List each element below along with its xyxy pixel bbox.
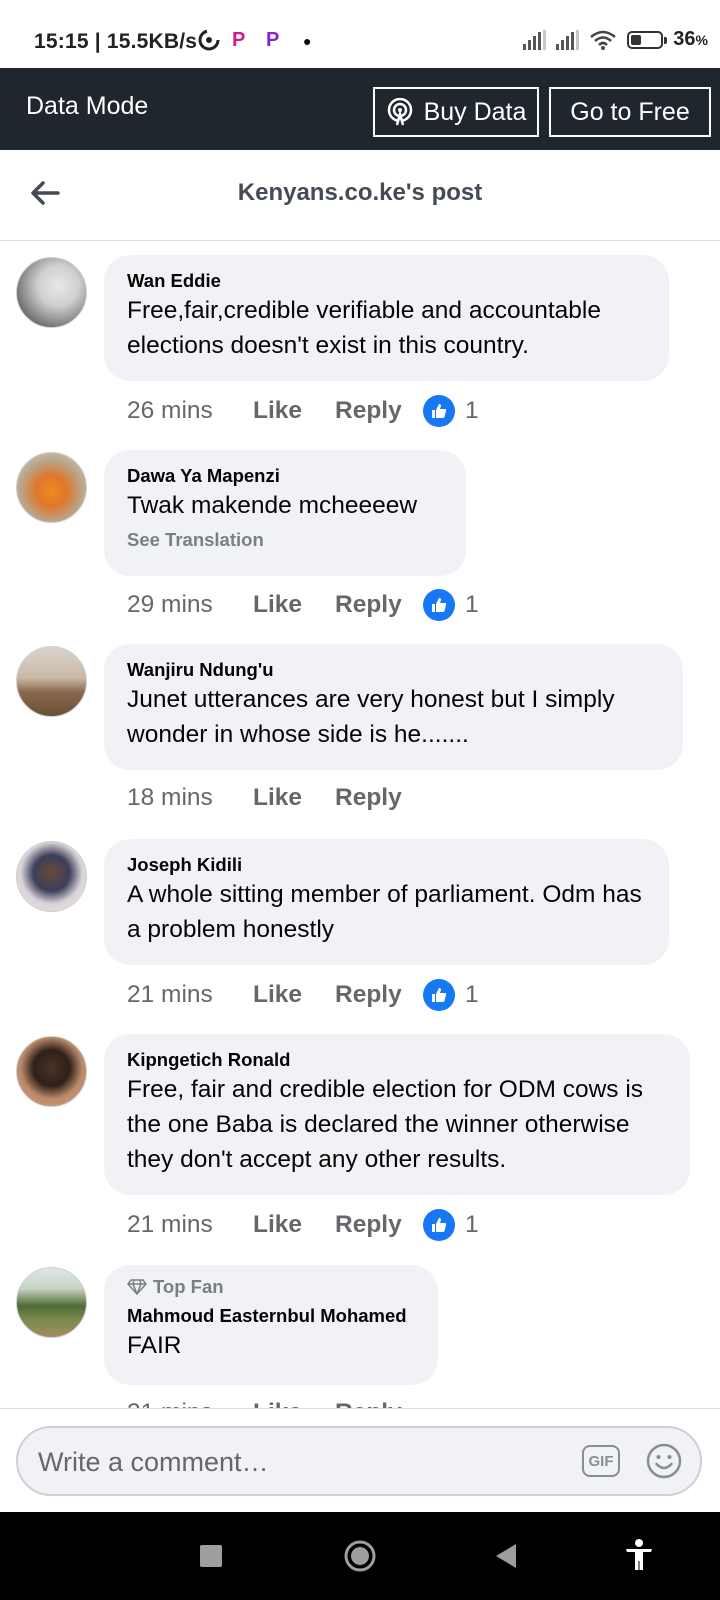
reaction-number: 1 [465,1211,479,1238]
comment-bubble[interactable]: Wan Eddie Free,fair,credible verifiable … [104,255,669,381]
system-nav-bar [0,1512,720,1600]
data-mode-bar: Data Mode Buy Data Go to Free [0,68,720,150]
comment-time[interactable]: 18 mins [127,784,253,812]
comment-author[interactable]: Kipngetich Ronald [127,1048,668,1072]
reply-button[interactable]: Reply [335,981,423,1009]
comment-text: Twak makende mcheeeew [127,492,418,519]
avatar[interactable] [16,1036,87,1107]
reaction-count[interactable]: 1 [423,395,479,427]
comment-bubble[interactable]: Kipngetich Ronald Free, fair and credibl… [104,1034,690,1195]
status-right: 36% [523,28,708,51]
comment-bubble[interactable]: Dawa Ya Mapenzi Twak makende mcheeeew Se… [104,450,466,576]
like-button[interactable]: Like [253,784,335,812]
reaction-count[interactable]: 1 [423,589,479,621]
thumbs-up-icon [423,589,455,621]
thumbs-up-icon [423,1209,455,1241]
signal-icon [556,29,580,50]
reaction-count[interactable]: 1 [423,979,479,1011]
comment-author[interactable]: Mahmoud Easternbul Mohamed [127,1304,416,1328]
comment-placeholder: Write a comment… [38,1447,269,1477]
comment-actions: 21 mins Like Reply 1 [127,979,479,1011]
avatar[interactable] [16,646,87,717]
like-button[interactable]: Like [253,397,335,425]
broadcast-icon [387,98,412,126]
comment-bubble[interactable]: Wanjiru Ndung'u Junet utterances are ver… [104,644,683,770]
comment-author[interactable]: Wanjiru Ndung'u [127,658,661,682]
reply-button[interactable]: Reply [335,784,423,812]
buy-data-label: Buy Data [423,97,527,126]
comment-bubble[interactable]: Top Fan Mahmoud Easternbul Mohamed FAIR [104,1265,438,1385]
buy-data-button[interactable]: Buy Data [373,87,539,137]
go-to-free-button[interactable]: Go to Free [549,87,711,137]
reaction-count[interactable]: 1 [423,1209,479,1241]
comment-actions: 21 mins Like Reply 1 [127,1209,479,1241]
top-fan-label: Top Fan [153,1276,224,1297]
comment-text: Junet utterances are very honest but I s… [127,686,615,748]
comment-time[interactable]: 26 mins [127,397,253,425]
comment-time[interactable]: 29 mins [127,591,253,619]
comment-author[interactable]: Wan Eddie [127,269,647,293]
page-title: Kenyans.co.ke's post [237,179,483,206]
comment-text: Free, fair and credible election for ODM… [127,1076,644,1173]
smiley-icon[interactable] [646,1443,682,1479]
comment-text: FAIR [127,1332,182,1359]
reply-button[interactable]: Reply [335,1211,423,1239]
thumbs-up-icon [423,395,455,427]
app-p-icon: P [266,29,280,51]
comment-input[interactable]: Write a comment… GIF [16,1426,702,1496]
signal-icon [523,29,547,50]
recent-apps-icon[interactable] [200,1545,222,1567]
comment-actions: 29 mins Like Reply 1 [127,589,479,621]
avatar[interactable] [16,841,87,912]
comment-actions: 18 mins Like Reply [127,784,423,812]
like-button[interactable]: Like [253,981,335,1009]
comment-text: Free,fair,credible verifiable and accoun… [127,297,601,359]
reply-button[interactable]: Reply [335,397,423,425]
reaction-number: 1 [465,981,479,1008]
reaction-number: 1 [465,591,479,618]
thumbs-up-icon [423,979,455,1011]
accessibility-icon[interactable] [624,1538,654,1572]
back-triangle-icon[interactable] [494,1542,518,1570]
post-header: Kenyans.co.ke's post [0,150,720,241]
data-mode-label: Data Mode [26,92,149,120]
reaction-number: 1 [465,397,479,424]
comment-text: A whole sitting member of parliament. Od… [127,881,642,943]
like-button[interactable]: Like [253,1211,335,1239]
comment-composer: Write a comment… GIF [0,1408,720,1513]
top-fan-badge: Top Fan [127,1275,416,1299]
like-button[interactable]: Like [253,591,335,619]
comment-bubble[interactable]: Joseph Kidili A whole sitting member of … [104,839,669,965]
battery-icon [627,30,668,49]
comment-actions: 26 mins Like Reply 1 [127,395,479,427]
go-to-free-label: Go to Free [570,97,690,126]
data-saver-icon [198,29,220,57]
comment-author[interactable]: Dawa Ya Mapenzi [127,464,444,488]
see-translation-link[interactable]: See Translation [127,529,444,551]
avatar[interactable] [16,452,87,523]
status-bar: 15:15 | 15.5KB/s P P ● 36% [0,0,720,68]
status-time: 15:15 | 15.5KB/s [34,30,198,53]
app-p-icon: P [232,29,246,51]
comment-time[interactable]: 21 mins [127,1211,253,1239]
avatar[interactable] [16,1267,87,1338]
comment-time[interactable]: 21 mins [127,981,253,1009]
avatar[interactable] [16,257,87,328]
reply-button[interactable]: Reply [335,591,423,619]
diamond-icon [127,1279,147,1295]
dot-icon: ● [303,33,312,49]
wifi-icon [590,30,617,50]
comment-author[interactable]: Joseph Kidili [127,853,647,877]
gif-button[interactable]: GIF [582,1445,620,1477]
battery-percent: 36% [673,28,708,50]
home-icon[interactable] [344,1540,376,1572]
